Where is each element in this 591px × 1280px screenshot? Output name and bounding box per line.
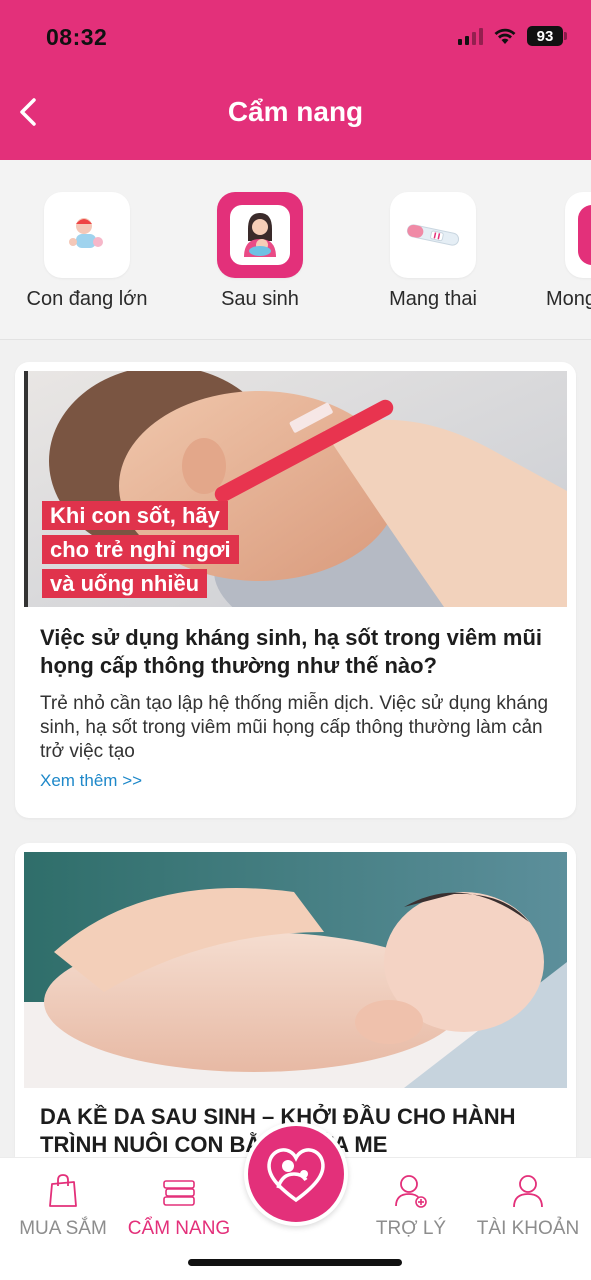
tab-label: CẨM NANG (127, 1218, 231, 1239)
status-time: 08:32 (46, 24, 108, 50)
signal-icon (458, 27, 483, 45)
tab-label: TRỢ LÝ (375, 1218, 447, 1239)
header-bar: 08:32 93 Cẩm nang (0, 0, 591, 160)
category-mong[interactable]: Mong (521, 192, 591, 311)
article-excerpt: Trẻ nhỏ cần tạo lập hệ thống miễn dịch. … (40, 693, 549, 762)
shopping-bag-icon (49, 1174, 77, 1207)
category-label: Con đang lớn (26, 288, 148, 310)
category-tile (390, 192, 476, 278)
article-image (24, 852, 567, 1088)
category-mang-thai[interactable]: Mang thai (348, 192, 518, 311)
tab-label: TÀI KHOẢN (476, 1218, 580, 1239)
center-action-button[interactable] (244, 1122, 348, 1226)
category-tile (44, 192, 130, 278)
tab-mua-sam[interactable]: MUA SẮM (3, 1158, 123, 1240)
article-title[interactable]: Việc sử dụng kháng sinh, hạ sốt trong vi… (40, 624, 560, 680)
page-title: Cẩm nang (227, 96, 364, 127)
tab-label: MUA SẮM (19, 1218, 107, 1239)
account-icon (513, 1175, 543, 1208)
assistant-icon (395, 1175, 427, 1208)
books-icon (163, 1180, 195, 1206)
home-indicator (188, 1259, 402, 1266)
caption-line: cho trẻ nghỉ ngơi (42, 535, 239, 564)
category-label: Mang thai (389, 288, 477, 310)
article-image: Khi con sốt, hãy cho trẻ nghỉ ngơi và uố… (24, 371, 567, 607)
tab-tai-khoan[interactable]: TÀI KHOẢN (468, 1158, 588, 1240)
category-tile-active (217, 192, 303, 278)
mother-heart-icon (267, 1148, 325, 1203)
caption-line: Khi con sốt, hãy (42, 501, 228, 530)
category-con-dang-lon[interactable]: Con đang lớn (2, 192, 172, 311)
tab-tro-ly[interactable]: TRỢ LÝ (351, 1158, 471, 1240)
article-card[interactable]: Khi con sốt, hãy cho trẻ nghỉ ngơi và uố… (15, 362, 576, 818)
category-sau-sinh[interactable]: Sau sinh (175, 192, 345, 311)
read-more-link[interactable]: Xem thêm >> (40, 771, 142, 791)
caption-line: và uống nhiều (42, 569, 208, 598)
category-tile (565, 192, 591, 278)
category-bar[interactable]: Con đang lớn Sau sinh Mang thai Mon (0, 160, 591, 340)
tab-cam-nang[interactable]: CẨM NANG (119, 1158, 239, 1240)
mother-baby-icon (244, 213, 276, 257)
baby-toy-icon (69, 218, 103, 248)
status-icons: 93 (458, 26, 567, 46)
newborn-illustration (24, 852, 567, 1088)
category-label: Sau sinh (221, 288, 299, 310)
battery-icon: 93 (527, 26, 567, 46)
image-caption: Khi con sốt, hãy cho trẻ nghỉ ngơi và uố… (42, 499, 270, 601)
category-label: Mong (546, 288, 591, 310)
wifi-icon (494, 28, 516, 44)
pregnancy-test-icon (406, 224, 460, 246)
